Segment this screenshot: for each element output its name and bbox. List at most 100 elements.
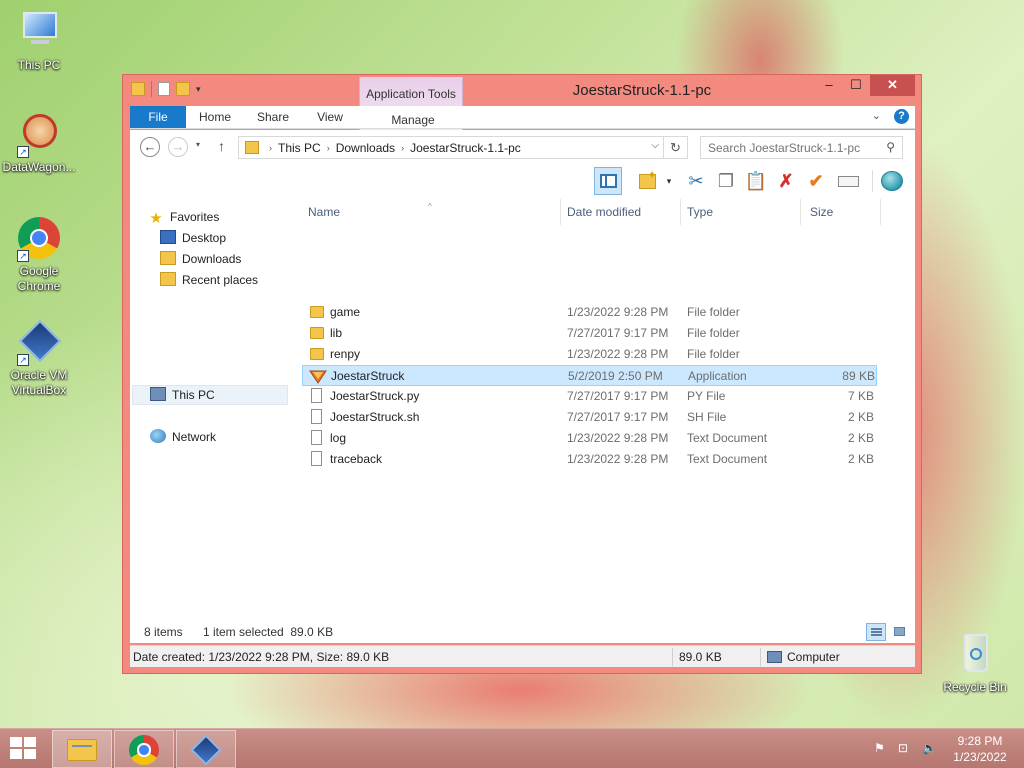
details-location: Computer bbox=[767, 650, 840, 664]
column-header-type[interactable]: Type bbox=[687, 205, 787, 223]
tab-file[interactable]: File bbox=[130, 106, 186, 128]
delete-icon[interactable]: ✗ bbox=[772, 167, 800, 195]
details-info: Date created: 1/23/2022 9:28 PM, Size: 8… bbox=[133, 650, 390, 664]
nav-item-downloads[interactable]: Downloads bbox=[160, 249, 241, 269]
details-view-button[interactable] bbox=[866, 623, 886, 641]
nav-item-desktop[interactable]: Desktop bbox=[160, 228, 226, 248]
help-icon[interactable]: ? bbox=[894, 109, 909, 124]
title-bar[interactable]: ▾ Application Tools JoestarStruck-1.1-pc… bbox=[123, 75, 921, 135]
table-row[interactable]: JoestarStruck.sh 7/27/2017 9:17 PM SH Fi… bbox=[302, 407, 877, 428]
desktop-icon-label: Google Chrome bbox=[17, 264, 61, 293]
window-title: JoestarStruck-1.1-pc bbox=[572, 82, 712, 99]
tab-home[interactable]: Home bbox=[188, 106, 242, 128]
folder-icon bbox=[245, 141, 259, 154]
action-center-icon[interactable]: ⚑ bbox=[874, 741, 885, 755]
table-row[interactable]: renpy 1/23/2022 9:28 PM File folder bbox=[302, 344, 877, 365]
table-row[interactable]: traceback 1/23/2022 9:28 PM Text Documen… bbox=[302, 449, 877, 470]
paste-icon[interactable]: 📋 bbox=[742, 167, 770, 195]
selection-info: 1 item selected 89.0 KB bbox=[203, 625, 334, 639]
network-icon[interactable]: ⊡ bbox=[898, 741, 908, 755]
table-row-selected[interactable]: JoestarStruck 5/2/2019 2:50 PM Applicati… bbox=[302, 365, 877, 386]
taskbar-virtualbox[interactable] bbox=[176, 730, 236, 768]
clock[interactable]: 9:28 PM 1/23/2022 bbox=[940, 733, 1020, 765]
up-button[interactable]: ↑ bbox=[218, 138, 225, 154]
column-header-name[interactable]: ^ Name bbox=[308, 202, 558, 223]
desktop-icon-this-pc[interactable]: This PC bbox=[0, 10, 79, 73]
table-row[interactable]: game 1/23/2022 9:28 PM File folder bbox=[302, 302, 877, 323]
properties-button[interactable] bbox=[878, 167, 906, 195]
column-header-size[interactable]: Size bbox=[810, 205, 870, 223]
desktop-icon-label: Recycle Bin bbox=[943, 680, 1007, 694]
nav-item-recent-places[interactable]: Recent places bbox=[160, 270, 258, 290]
desktop-icon-datawagon[interactable]: ↗ DataWagon... bbox=[0, 112, 79, 175]
preview-pane-button[interactable] bbox=[594, 167, 622, 195]
taskbar-file-explorer[interactable] bbox=[52, 730, 112, 768]
forward-button[interactable]: → bbox=[168, 137, 188, 157]
breadcrumb: › This PC › Downloads › JoestarStruck-1.… bbox=[269, 141, 521, 155]
desktop-icon-google-chrome[interactable]: ↗ Google Chrome bbox=[0, 216, 79, 294]
rename-icon bbox=[838, 176, 859, 187]
close-button[interactable]: ✕ bbox=[870, 75, 915, 96]
desktop-icon-recycle-bin[interactable]: Recycle Bin bbox=[935, 632, 1015, 695]
search-input[interactable] bbox=[701, 137, 881, 158]
layout-icon bbox=[600, 174, 617, 188]
file-icon bbox=[311, 388, 322, 403]
nav-favorites[interactable]: ★ Favorites bbox=[148, 207, 219, 227]
clock-time: 9:28 PM bbox=[957, 734, 1003, 748]
tab-view[interactable]: View bbox=[302, 106, 358, 128]
column-header-date[interactable]: Date modified bbox=[567, 205, 677, 223]
this-pc-icon bbox=[150, 387, 166, 401]
cut-icon[interactable]: ✂ bbox=[682, 167, 710, 195]
nav-item-network[interactable]: Network bbox=[150, 427, 216, 447]
new-folder-dropdown-icon[interactable]: ▾ bbox=[662, 167, 676, 195]
maximize-button[interactable]: ☐ bbox=[843, 75, 869, 96]
new-folder-button[interactable]: ✦ bbox=[634, 167, 662, 195]
desktop-icon-virtualbox[interactable]: ↗ Oracle VM VirtualBox bbox=[0, 319, 79, 398]
tab-manage[interactable]: Manage bbox=[363, 109, 463, 131]
computer-icon bbox=[767, 651, 782, 663]
large-icons-view-icon bbox=[894, 627, 905, 636]
recent-places-icon bbox=[160, 272, 176, 286]
table-row[interactable]: JoestarStruck.py 7/27/2017 9:17 PM PY Fi… bbox=[302, 386, 877, 407]
breadcrumb-current-folder[interactable]: JoestarStruck-1.1-pc bbox=[410, 141, 521, 155]
volume-muted-icon[interactable]: 🔈 bbox=[922, 741, 937, 755]
command-toolbar: ✦ ▾ ✂ ❐ 📋 ✗ ✔ bbox=[130, 164, 915, 199]
rename-button[interactable] bbox=[834, 167, 862, 195]
expand-ribbon-icon[interactable]: ⌄ bbox=[872, 110, 881, 122]
start-button[interactable] bbox=[10, 737, 38, 761]
windows-logo-icon bbox=[10, 737, 22, 747]
breadcrumb-this-pc[interactable]: This PC bbox=[278, 141, 321, 155]
tab-share[interactable]: Share bbox=[245, 106, 301, 128]
address-field[interactable]: › This PC › Downloads › JoestarStruck-1.… bbox=[238, 136, 664, 159]
explorer-window: ▾ Application Tools JoestarStruck-1.1-pc… bbox=[122, 74, 922, 674]
checkmark-icon[interactable]: ✔ bbox=[802, 167, 830, 195]
minimize-button[interactable]: – bbox=[816, 75, 842, 96]
address-bar: ← → ▾ ↑ › This PC › Downloads › JoestarS… bbox=[130, 130, 915, 164]
search-icon[interactable]: ⚲ bbox=[886, 140, 895, 154]
downloads-icon bbox=[160, 251, 176, 265]
star-icon: ★ bbox=[149, 210, 163, 227]
recent-locations-icon[interactable]: ▾ bbox=[196, 140, 200, 149]
chrome-icon bbox=[129, 735, 159, 765]
table-row[interactable]: lib 7/27/2017 9:17 PM File folder bbox=[302, 323, 877, 344]
folder-icon bbox=[310, 306, 324, 318]
nav-item-this-pc[interactable]: This PC bbox=[150, 385, 215, 405]
copy-icon[interactable]: ❐ bbox=[712, 167, 740, 195]
network-icon bbox=[150, 429, 166, 443]
address-dropdown-icon[interactable]: ⌵ bbox=[651, 140, 659, 151]
shortcut-arrow-icon: ↗ bbox=[17, 250, 29, 262]
virtualbox-icon: ↗ bbox=[17, 319, 62, 366]
table-row[interactable]: log 1/23/2022 9:28 PM Text Document 2 KB bbox=[302, 428, 877, 449]
back-button[interactable]: ← bbox=[140, 137, 160, 157]
desktop-icon-label: This PC bbox=[17, 58, 61, 72]
large-icons-view-button[interactable] bbox=[890, 623, 910, 641]
taskbar-google-chrome[interactable] bbox=[114, 730, 174, 768]
shortcut-arrow-icon: ↗ bbox=[17, 354, 29, 366]
details-bar: Date created: 1/23/2022 9:28 PM, Size: 8… bbox=[130, 645, 915, 667]
clock-date: 1/23/2022 bbox=[953, 750, 1007, 764]
refresh-button[interactable]: ↻ bbox=[664, 136, 688, 159]
breadcrumb-downloads[interactable]: Downloads bbox=[336, 141, 395, 155]
chrome-icon: ↗ bbox=[17, 216, 61, 262]
file-explorer-icon bbox=[67, 739, 97, 761]
datawagon-icon: ↗ bbox=[17, 112, 61, 158]
